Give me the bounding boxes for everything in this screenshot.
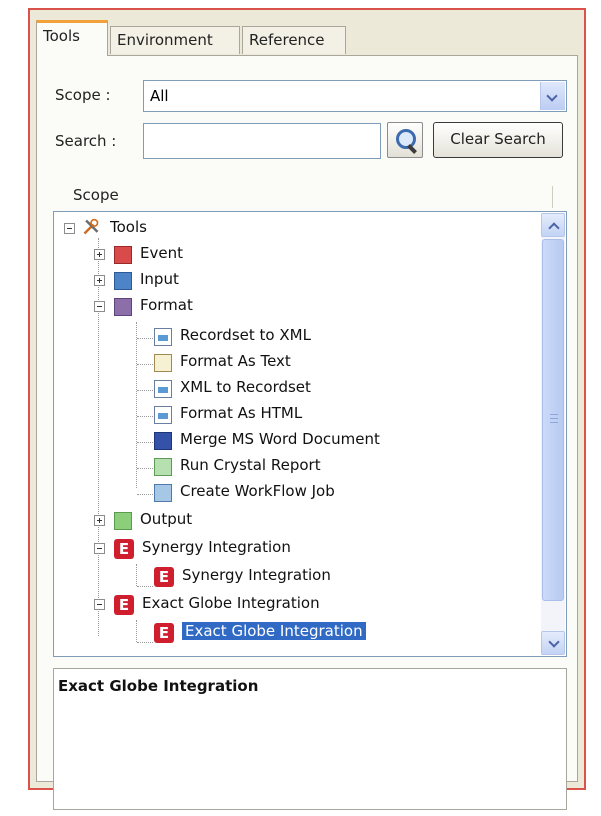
- tree-item-format[interactable]: Format: [54, 294, 534, 320]
- tree-item-exact-globe-integration[interactable]: E Exact Globe Integration: [54, 592, 534, 618]
- tree-item-label: Format As HTML: [180, 404, 303, 422]
- tree-item-label: Merge MS Word Document: [180, 430, 380, 448]
- word-document-icon: [154, 432, 172, 450]
- tree-root-tools[interactable]: Tools: [54, 216, 534, 242]
- search-label: Search :: [55, 132, 117, 150]
- tree-item-label: Create WorkFlow Job: [180, 482, 335, 500]
- e-icon: E: [154, 623, 174, 643]
- tree-item-label: XML to Recordset: [180, 378, 311, 396]
- description-title: Exact Globe Integration: [58, 677, 259, 695]
- tree-item-xml-to-recordset[interactable]: XML to Recordset: [54, 376, 534, 402]
- recordset-to-xml-icon: [154, 328, 172, 346]
- tree-item-label: Run Crystal Report: [180, 456, 321, 474]
- tools-icon: [83, 218, 99, 235]
- chevron-down-icon[interactable]: [540, 82, 565, 110]
- tree-item-merge-ms-word-document[interactable]: Merge MS Word Document: [54, 428, 534, 454]
- scroll-down-icon[interactable]: [541, 631, 565, 655]
- xml-to-recordset-icon: [154, 380, 172, 398]
- tree-item-exact-globe-integration-tool[interactable]: E Exact Globe Integration: [54, 620, 534, 646]
- tab-environment[interactable]: Environment: [110, 26, 240, 54]
- e-icon: E: [154, 567, 174, 587]
- tools-window: Tools Environment Reference Scope : All …: [28, 8, 586, 810]
- tree-item-input[interactable]: Input: [54, 268, 534, 294]
- scrollbar-thumb[interactable]: [542, 239, 564, 601]
- format-icon: [114, 298, 132, 316]
- tree-item-label: Synergy Integration: [142, 538, 291, 556]
- collapse-icon[interactable]: [64, 223, 75, 234]
- scope-label: Scope :: [55, 86, 111, 104]
- expand-icon[interactable]: [94, 515, 105, 526]
- tree-item-recordset-to-xml[interactable]: Recordset to XML: [54, 324, 534, 350]
- format-as-text-icon: [154, 354, 172, 372]
- tree-item-run-crystal-report[interactable]: Run Crystal Report: [54, 454, 534, 480]
- tree-item-event[interactable]: Event: [54, 242, 534, 268]
- tree-item-create-workflow-job[interactable]: Create WorkFlow Job: [54, 480, 534, 506]
- scope-column-header[interactable]: Scope: [53, 186, 567, 208]
- clear-search-button[interactable]: Clear Search: [433, 122, 563, 158]
- tree-item-label: Input: [140, 270, 179, 288]
- tree-item-format-as-text[interactable]: Format As Text: [54, 350, 534, 376]
- scroll-up-icon[interactable]: [541, 213, 565, 237]
- e-icon: E: [114, 539, 134, 559]
- tab-reference[interactable]: Reference: [242, 26, 346, 54]
- crystal-report-icon: [154, 458, 172, 476]
- tree-item-format-as-html[interactable]: Format As HTML: [54, 402, 534, 428]
- input-icon: [114, 272, 132, 290]
- tree-item-label: Tools: [110, 218, 147, 236]
- workflow-job-icon: [154, 484, 172, 502]
- description-pane: Exact Globe Integration: [53, 668, 567, 810]
- format-as-html-icon: [154, 406, 172, 424]
- tree-item-output[interactable]: Output: [54, 508, 534, 534]
- tree-item-label: Output: [140, 510, 193, 528]
- tree-item-label: Format As Text: [180, 352, 291, 370]
- scope-value: All: [150, 87, 169, 105]
- output-icon: [114, 512, 132, 530]
- tree-item-label: Exact Globe Integration: [181, 621, 367, 641]
- tab-tools[interactable]: Tools: [36, 20, 108, 56]
- collapse-icon[interactable]: [94, 543, 105, 554]
- tree-scrollbar[interactable]: [541, 213, 565, 655]
- tree-item-label: Synergy Integration: [182, 566, 331, 584]
- tree-item-label: Event: [140, 244, 183, 262]
- collapse-icon[interactable]: [94, 301, 105, 312]
- tab-strip: Tools Environment Reference: [36, 20, 576, 56]
- scope-column-label: Scope: [73, 186, 119, 204]
- tree-item-label: Format: [140, 296, 193, 314]
- event-icon: [114, 246, 132, 264]
- e-icon: E: [114, 595, 134, 615]
- expand-icon[interactable]: [94, 249, 105, 260]
- tree-item-label: Exact Globe Integration: [142, 594, 320, 612]
- collapse-icon[interactable]: [94, 599, 105, 610]
- tree-item-synergy-integration[interactable]: E Synergy Integration: [54, 536, 534, 562]
- search-button[interactable]: [387, 122, 423, 158]
- tools-tree[interactable]: Tools Event Input Format Recordset to XM…: [53, 211, 567, 657]
- tools-panel: Scope : All Search : Clear Search Scope: [36, 55, 578, 810]
- tree-item-synergy-integration-tool[interactable]: E Synergy Integration: [54, 564, 534, 590]
- tree-item-label: Recordset to XML: [180, 326, 311, 344]
- search-input[interactable]: [143, 123, 381, 159]
- scope-dropdown[interactable]: All: [143, 80, 567, 112]
- expand-icon[interactable]: [94, 275, 105, 286]
